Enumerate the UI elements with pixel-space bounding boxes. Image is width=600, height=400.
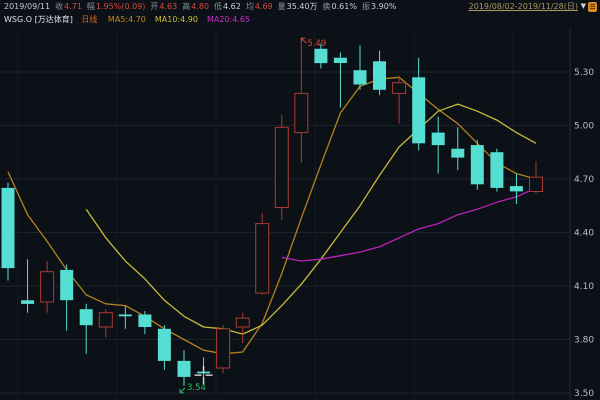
symbol-name: [万达体育] [35,15,73,24]
info-field: 振3.90% [362,2,396,11]
svg-text:4.70: 4.70 [574,175,594,185]
ma-legend-item: MA10:4.90 [155,15,198,24]
candle[interactable] [373,51,386,96]
info-field: 幅1.95%(0.09) [87,2,145,11]
chevron-down-icon[interactable]: ▼ [581,0,586,13]
legend-bar: WSG.O [万达体育] 日线 MA5:4.70 MA10:4.90 MA20:4.… [4,13,598,26]
ma20-line [282,188,536,261]
candle[interactable] [2,183,15,281]
candle[interactable] [334,52,347,107]
info-field: 开4.63 [150,2,177,11]
info-field: 高4.80 [182,2,209,11]
candle[interactable] [217,325,230,373]
candles [2,38,543,386]
candle[interactable] [178,350,191,386]
candle[interactable] [451,127,464,170]
range-selector[interactable]: 2019/08/02-2019/11/28(日) [469,0,578,13]
info-date: 2019/09/11 [4,2,50,11]
candlestick-chart[interactable]: 5.30 5.00 4.70 4.40 4.10 3.80 3.50 5.49 3.54 [0,0,600,400]
gridlines [0,28,570,400]
svg-text:3.80: 3.80 [574,336,594,346]
svg-text:4.40: 4.40 [574,229,594,239]
candle[interactable] [119,306,132,329]
y-axis-labels: 5.30 5.00 4.70 4.40 4.10 3.80 3.50 [574,68,594,399]
high-price-label: 5.49 [307,39,326,49]
calendar-icon[interactable] [588,2,597,12]
candle[interactable] [256,213,269,295]
info-bar: 2019/09/11 收4.71 幅1.95%(0.09) 开4.63 高4.80 低4.… [4,0,598,13]
candle[interactable] [236,313,249,343]
candle[interactable] [80,304,93,354]
info-field: 低4.62 [214,2,241,11]
candle[interactable] [471,140,484,190]
info-fields: 收4.71 幅1.95%(0.09) 开4.63 高4.80 低4.62 均4.69 量35… [55,2,401,11]
ma-legend: MA5:4.70 MA10:4.90 MA20:4.65 [108,15,259,24]
info-field: 收4.71 [55,2,82,11]
candle[interactable] [99,309,112,338]
ma-legend-item: MA5:4.70 [108,15,146,24]
info-field: 量35.40万 [278,2,318,11]
svg-text:3.50: 3.50 [574,389,594,399]
candle[interactable] [393,76,406,124]
svg-text:5.30: 5.30 [574,68,594,78]
info-field: 换0.61% [323,2,357,11]
high-arrow [301,38,306,43]
period-label[interactable]: 日线 [81,15,97,24]
ma10-line [86,104,536,334]
candle[interactable] [41,261,54,313]
candle[interactable] [60,265,73,331]
candle[interactable] [354,45,367,90]
candle[interactable] [158,325,171,370]
low-arrow [180,388,185,393]
info-field: 均4.69 [246,2,273,11]
candle[interactable] [275,115,288,220]
stock-chart-app: 5.30 5.00 4.70 4.40 4.10 3.80 3.50 5.49 3.54 201… [0,0,600,400]
candle[interactable] [530,161,543,193]
ma-legend-item: MA20:4.65 [207,15,250,24]
candle[interactable] [510,174,523,204]
candle[interactable] [295,38,308,163]
low-price-label: 3.54 [187,383,206,393]
symbol-code: WSG.O [万达体育] [4,15,73,24]
svg-text:5.00: 5.00 [574,122,594,132]
candle[interactable] [490,149,503,192]
svg-text:4.10: 4.10 [574,282,594,292]
